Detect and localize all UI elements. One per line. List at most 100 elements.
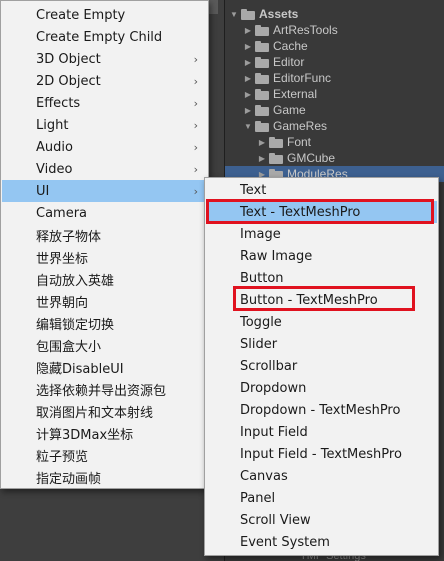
tree-item-assets[interactable]: ▼ Assets xyxy=(225,6,444,22)
submenu-item-scrollbar[interactable]: Scrollbar xyxy=(206,355,437,377)
menu-item-audio[interactable]: Audio › xyxy=(2,136,207,158)
menu-item-label: UI xyxy=(36,183,50,199)
menu-item-label: 取消图片和文本射线 xyxy=(36,405,154,421)
submenu-item-panel[interactable]: Panel xyxy=(206,487,437,509)
submenu-item-label: Event System xyxy=(240,534,330,550)
menu-item-light[interactable]: Light › xyxy=(2,114,207,136)
submenu-item-label: Button - TextMeshPro xyxy=(240,292,378,308)
menu-item-zh-14[interactable]: 编辑锁定切换 xyxy=(2,312,207,334)
expand-right-icon[interactable]: ▶ xyxy=(257,137,267,147)
menu-item-zh-18[interactable]: 取消图片和文本射线 xyxy=(2,400,207,422)
tree-item-cache[interactable]: ▶ Cache xyxy=(225,38,444,54)
chevron-right-icon: › xyxy=(193,162,198,176)
submenu-item-button[interactable]: Button xyxy=(206,267,437,289)
submenu-item-raw-image[interactable]: Raw Image xyxy=(206,245,437,267)
submenu-item-canvas[interactable]: Canvas xyxy=(206,465,437,487)
expand-right-icon[interactable]: ▶ xyxy=(243,25,253,35)
submenu-item-button-textmeshpro[interactable]: Button - TextMeshPro xyxy=(206,289,437,311)
menu-item-zh-13[interactable]: 世界朝向 xyxy=(2,290,207,312)
submenu-item-label: Button xyxy=(240,270,284,286)
submenu-item-label: Dropdown - TextMeshPro xyxy=(240,402,401,418)
menu-item-video[interactable]: Video › xyxy=(2,158,207,180)
submenu-item-text[interactable]: Text xyxy=(206,179,437,201)
menu-item-label: Create Empty Child xyxy=(36,29,163,45)
menu-item-zh-11[interactable]: 世界坐标 xyxy=(2,246,207,268)
menu-item-camera[interactable]: Camera xyxy=(2,202,207,224)
submenu-item-dropdown-textmeshpro[interactable]: Dropdown - TextMeshPro xyxy=(206,399,437,421)
menu-item-label: 自动放入英雄 xyxy=(36,273,115,289)
menu-item-label: Audio xyxy=(36,139,73,155)
submenu-item-label: Image xyxy=(240,226,281,242)
folder-icon xyxy=(269,152,283,164)
tree-item-editor[interactable]: ▶ Editor xyxy=(225,54,444,70)
folder-icon xyxy=(241,8,255,20)
expand-down-icon[interactable]: ▼ xyxy=(229,9,239,19)
submenu-item-slider[interactable]: Slider xyxy=(206,333,437,355)
submenu-item-dropdown[interactable]: Dropdown xyxy=(206,377,437,399)
menu-item-zh-20[interactable]: 粒子预览 xyxy=(2,444,207,466)
menu-item-2d-object[interactable]: 2D Object › xyxy=(2,70,207,92)
tree-item-game[interactable]: ▶ Game xyxy=(225,102,444,118)
expand-right-icon[interactable]: ▶ xyxy=(243,89,253,99)
folder-icon xyxy=(255,120,269,132)
tree-item-editorfunc[interactable]: ▶ EditorFunc xyxy=(225,70,444,86)
menu-item-zh-12[interactable]: 自动放入英雄 xyxy=(2,268,207,290)
submenu-item-label: Toggle xyxy=(240,314,282,330)
expand-down-icon[interactable]: ▼ xyxy=(243,121,253,131)
submenu-item-event-system[interactable]: Event System xyxy=(206,531,437,553)
menu-item-label: 释放子物体 xyxy=(36,229,102,245)
ui-submenu: Text Text - TextMeshPro Image Raw Image Butt… xyxy=(204,177,439,556)
menu-item-zh-17[interactable]: 选择依赖并导出资源包 xyxy=(2,378,207,400)
menu-item-create-empty-child[interactable]: Create Empty Child xyxy=(2,26,207,48)
submenu-item-label: Scrollbar xyxy=(240,358,298,374)
tree-item-gameres[interactable]: ▼ GameRes xyxy=(225,118,444,134)
submenu-item-label: Input Field - TextMeshPro xyxy=(240,446,402,462)
menu-item-label: Light xyxy=(36,117,69,133)
menu-item-label: 编辑锁定切换 xyxy=(36,317,115,333)
scrollbar-thumb[interactable] xyxy=(208,0,218,14)
submenu-item-label: Text xyxy=(240,182,267,198)
menu-item-zh-15[interactable]: 包围盒大小 xyxy=(2,334,207,356)
expand-right-icon[interactable]: ▶ xyxy=(257,153,267,163)
submenu-item-image[interactable]: Image xyxy=(206,223,437,245)
menu-item-3dmax[interactable]: 计算3DMax坐标 xyxy=(2,422,207,444)
expand-right-icon[interactable]: ▶ xyxy=(243,73,253,83)
tree-item-external[interactable]: ▶ External xyxy=(225,86,444,102)
submenu-item-label: Text - TextMeshPro xyxy=(240,204,361,220)
folder-icon xyxy=(255,40,269,52)
tree-item-font[interactable]: ▶ Font xyxy=(225,134,444,150)
submenu-item-scroll-view[interactable]: Scroll View xyxy=(206,509,437,531)
tree-item-label: GameRes xyxy=(273,119,328,133)
submenu-item-label: Input Field xyxy=(240,424,308,440)
menu-item-zh-21[interactable]: 指定动画帧 xyxy=(2,466,207,488)
menu-item-label: 隐藏DisableUI xyxy=(36,361,124,377)
submenu-item-text-textmeshpro[interactable]: Text - TextMeshPro xyxy=(206,201,437,223)
submenu-item-input-field[interactable]: Input Field xyxy=(206,421,437,443)
menu-item-label: 指定动画帧 xyxy=(36,471,102,487)
submenu-item-input-field-textmeshpro[interactable]: Input Field - TextMeshPro xyxy=(206,443,437,465)
menu-item-create-empty[interactable]: Create Empty xyxy=(2,4,207,26)
menu-item-ui[interactable]: UI › xyxy=(2,180,207,202)
chevron-right-icon: › xyxy=(193,96,198,110)
chevron-right-icon: › xyxy=(193,118,198,132)
menu-item-label: 3D Object xyxy=(36,51,101,67)
tree-item-artrestools[interactable]: ▶ ArtResTools xyxy=(225,22,444,38)
menu-item-label: 世界朝向 xyxy=(36,295,89,311)
tree-item-label: EditorFunc xyxy=(273,71,332,85)
tree-item-gmcube[interactable]: ▶ GMCube xyxy=(225,150,444,166)
submenu-item-label: Panel xyxy=(240,490,276,506)
expand-right-icon[interactable]: ▶ xyxy=(243,105,253,115)
menu-item-3d-object[interactable]: 3D Object › xyxy=(2,48,207,70)
expand-right-icon[interactable]: ▶ xyxy=(243,41,253,51)
menu-item-label: 选择依赖并导出资源包 xyxy=(36,383,167,399)
menu-item-label: 世界坐标 xyxy=(36,251,89,267)
menu-item-label: 计算3DMax坐标 xyxy=(36,427,134,443)
tree-item-label: Game xyxy=(273,103,306,117)
submenu-item-toggle[interactable]: Toggle xyxy=(206,311,437,333)
menu-item-disableui[interactable]: 隐藏DisableUI xyxy=(2,356,207,378)
chevron-right-icon: › xyxy=(193,184,198,198)
menu-item-label: Camera xyxy=(36,205,88,221)
expand-right-icon[interactable]: ▶ xyxy=(243,57,253,67)
menu-item-effects[interactable]: Effects › xyxy=(2,92,207,114)
menu-item-zh-10[interactable]: 释放子物体 xyxy=(2,224,207,246)
